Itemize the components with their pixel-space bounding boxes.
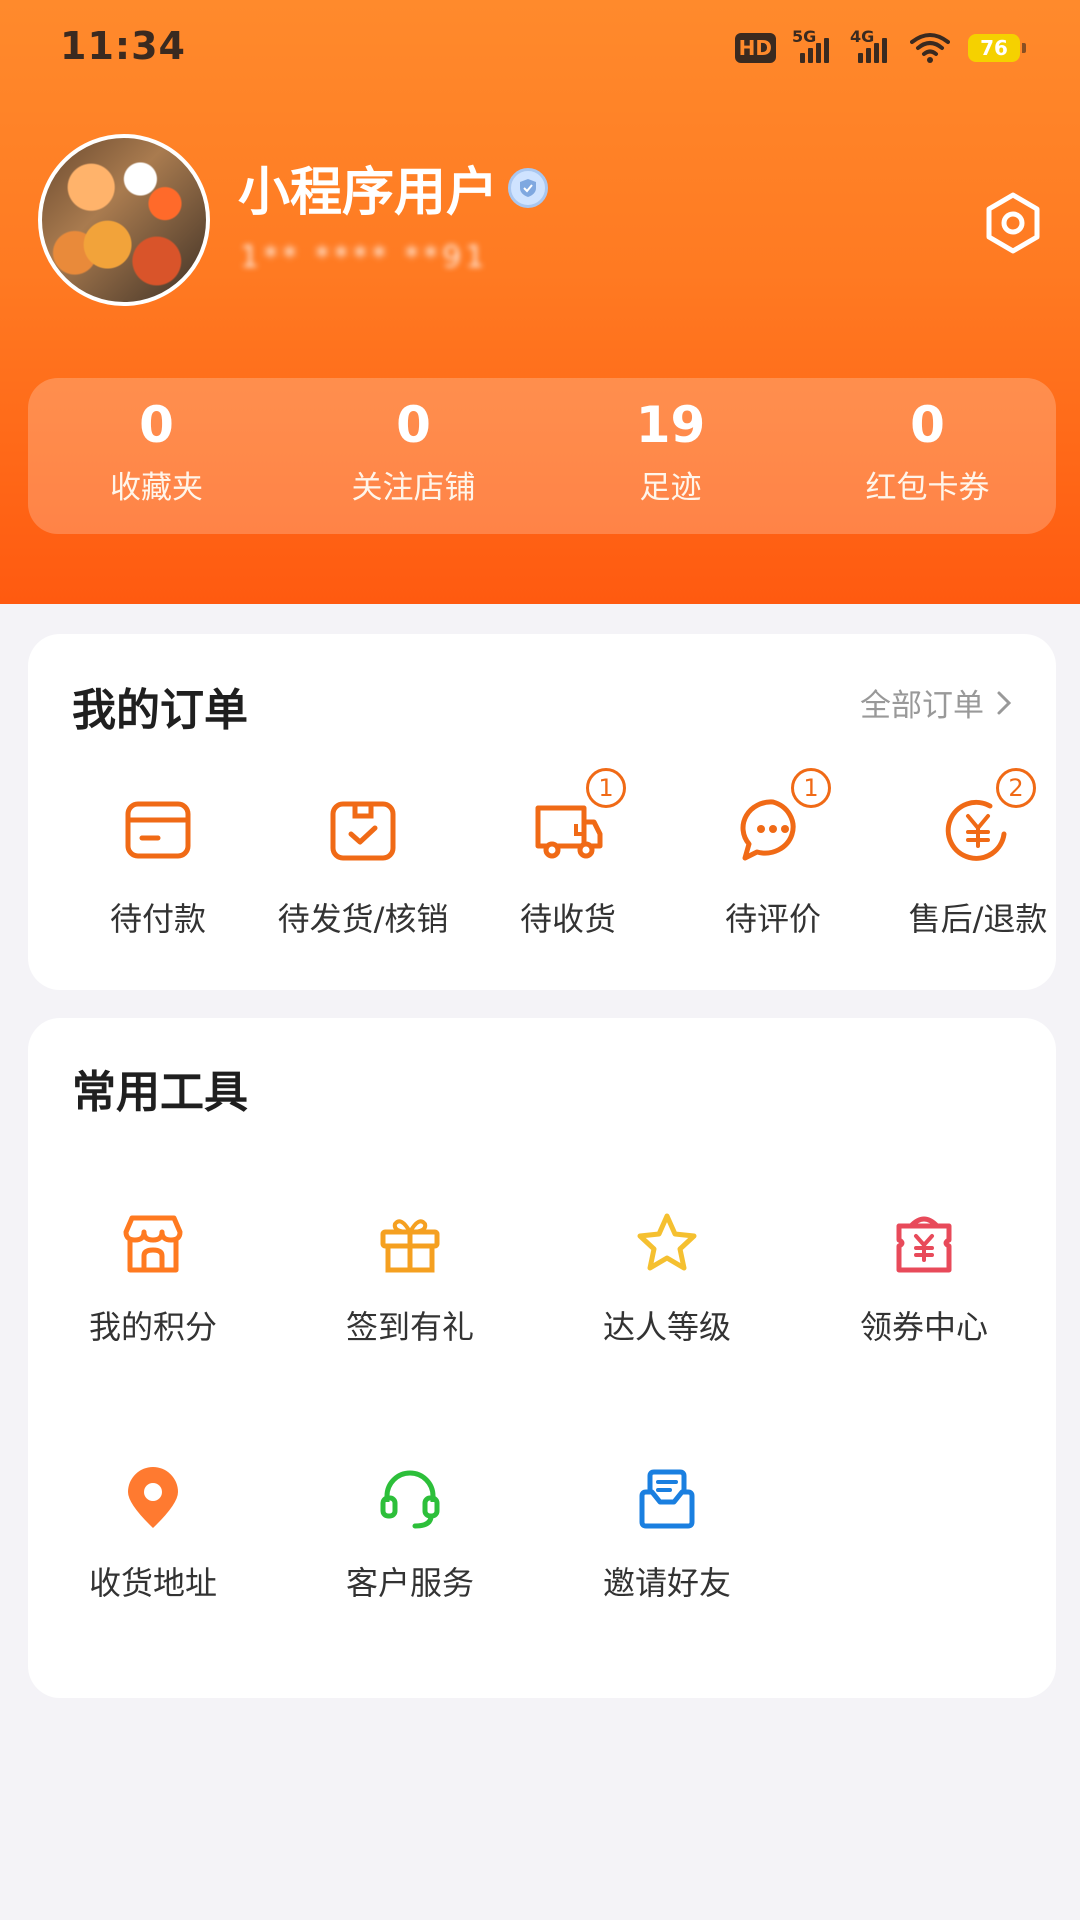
order-pending-receipt[interactable]: 1 待收货 bbox=[468, 768, 668, 940]
tools-card: 常用工具 我的积分 签到有礼 达人等级 领券中心 收货地址 客户服务 邀请好友 bbox=[28, 1018, 1056, 1698]
tool-invite-friends[interactable]: 邀请好友 bbox=[547, 1466, 787, 1604]
chat-bubble-icon: 1 bbox=[737, 768, 831, 866]
store-icon bbox=[123, 1215, 183, 1273]
order-after-sales[interactable]: 2 售后/退款 bbox=[878, 768, 1078, 940]
order-label: 待收货 bbox=[519, 900, 616, 938]
wifi-icon bbox=[910, 33, 950, 63]
stat-coupons[interactable]: 0 红包卡券 bbox=[799, 378, 1056, 534]
yuan-refund-icon: 2 bbox=[942, 768, 1036, 866]
tool-label: 达人等级 bbox=[602, 1308, 731, 1346]
stats-bar: 0 收藏夹 0 关注店铺 19 足迹 0 红包卡券 bbox=[28, 378, 1056, 534]
order-badge: 1 bbox=[791, 768, 831, 808]
signal-4g-label: 4G bbox=[850, 27, 875, 46]
order-label: 待评价 bbox=[724, 900, 821, 938]
all-orders-label: 全部订单 bbox=[860, 688, 984, 724]
tool-address[interactable]: 收货地址 bbox=[33, 1466, 273, 1604]
wallet-card-icon bbox=[122, 794, 194, 866]
verified-shield-icon bbox=[508, 167, 549, 208]
order-pending-review[interactable]: 1 待评价 bbox=[673, 768, 873, 940]
order-label: 待发货/核销 bbox=[277, 900, 449, 938]
orders-card: 我的订单 全部订单 待付款 待发货/核销 1 待收货 1 待评价 2 售后/退款 bbox=[28, 634, 1056, 990]
status-bar: 11:34 HD 5G 4G 76 bbox=[0, 0, 1080, 100]
battery-icon: 76 bbox=[968, 34, 1026, 62]
stat-label: 足迹 bbox=[639, 470, 702, 506]
profile-header: 11:34 HD 5G 4G 76 小程序用户 1** **** **91 0 … bbox=[0, 0, 1080, 604]
signal-4g-icon: 4G bbox=[850, 27, 892, 63]
order-pending-shipment[interactable]: 待发货/核销 bbox=[263, 794, 463, 940]
tools-title: 常用工具 bbox=[72, 1067, 248, 1118]
tool-label: 签到有礼 bbox=[345, 1308, 474, 1346]
settings-hex-icon[interactable] bbox=[980, 190, 1046, 256]
chevron-right-icon bbox=[997, 691, 1012, 714]
order-pending-payment[interactable]: 待付款 bbox=[58, 794, 258, 940]
box-check-icon bbox=[327, 794, 399, 866]
stat-value: 19 bbox=[635, 396, 706, 454]
stat-label: 收藏夹 bbox=[110, 470, 203, 506]
coupon-bag-icon bbox=[896, 1216, 952, 1273]
stat-label: 关注店铺 bbox=[351, 470, 476, 506]
username: 小程序用户 bbox=[238, 163, 499, 223]
all-orders-link[interactable]: 全部订单 bbox=[860, 680, 1012, 725]
avatar[interactable] bbox=[38, 134, 210, 306]
location-pin-icon bbox=[128, 1467, 178, 1528]
star-icon bbox=[637, 1213, 697, 1271]
tool-expert-level[interactable]: 达人等级 bbox=[547, 1210, 787, 1348]
order-badge: 1 bbox=[586, 768, 626, 808]
tool-label: 我的积分 bbox=[88, 1308, 217, 1346]
tool-label: 客户服务 bbox=[345, 1564, 474, 1602]
tool-my-points[interactable]: 我的积分 bbox=[33, 1210, 273, 1348]
order-badge: 2 bbox=[996, 768, 1036, 808]
status-time: 11:34 bbox=[60, 24, 186, 68]
stat-label: 红包卡券 bbox=[865, 470, 990, 506]
stat-favorites[interactable]: 0 收藏夹 bbox=[28, 378, 285, 534]
signal-5g-icon: 5G bbox=[792, 27, 834, 63]
headset-icon bbox=[380, 1470, 440, 1529]
orders-title: 我的订单 bbox=[72, 685, 248, 736]
hd-icon: HD bbox=[734, 33, 776, 63]
truck-icon: 1 bbox=[532, 768, 626, 866]
tool-label: 领券中心 bbox=[859, 1308, 988, 1346]
order-label: 待付款 bbox=[109, 900, 206, 938]
stat-footprints[interactable]: 19 足迹 bbox=[542, 378, 799, 534]
username-row: 小程序用户 bbox=[238, 150, 549, 225]
stat-value: 0 bbox=[396, 396, 431, 454]
gift-icon bbox=[380, 1219, 440, 1273]
tool-label: 收货地址 bbox=[88, 1564, 217, 1602]
user-id: 1** **** **91 bbox=[240, 240, 489, 275]
order-label: 售后/退款 bbox=[908, 900, 1048, 938]
tool-customer-service[interactable]: 客户服务 bbox=[290, 1466, 530, 1604]
stat-value: 0 bbox=[139, 396, 174, 454]
signal-5g-label: 5G bbox=[792, 27, 817, 46]
tool-coupon-center[interactable]: 领券中心 bbox=[804, 1210, 1044, 1348]
stat-value: 0 bbox=[910, 396, 945, 454]
invite-mail-icon bbox=[639, 1469, 695, 1529]
status-icons: HD 5G 4G 76 bbox=[734, 27, 1026, 68]
tool-check-in[interactable]: 签到有礼 bbox=[290, 1210, 530, 1348]
stat-followed-shops[interactable]: 0 关注店铺 bbox=[285, 378, 542, 534]
tool-label: 邀请好友 bbox=[602, 1564, 731, 1602]
